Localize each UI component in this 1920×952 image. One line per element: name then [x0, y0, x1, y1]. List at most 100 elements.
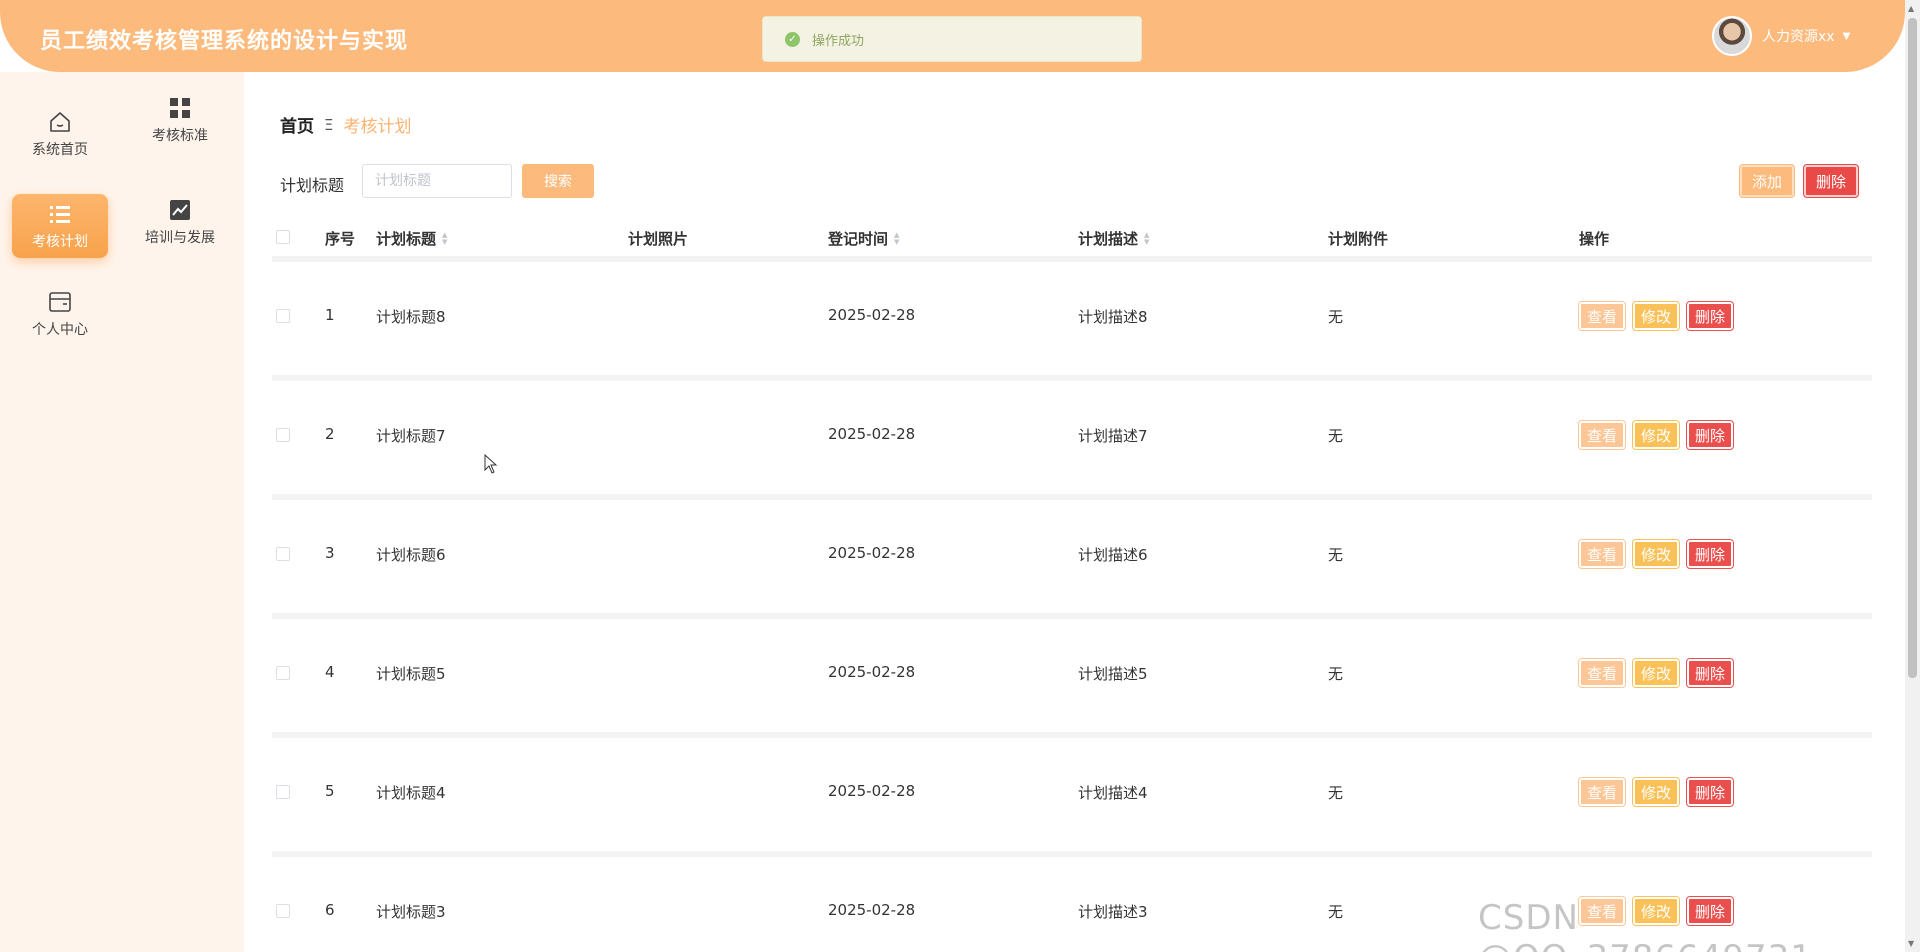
row-index: 5 — [325, 782, 335, 800]
breadcrumb-home[interactable]: 首页 — [280, 112, 314, 137]
sidebar-item-plan[interactable]: 考核计划 — [12, 194, 108, 258]
delete-button[interactable]: 删除 — [1687, 421, 1733, 449]
view-button[interactable]: 查看 — [1579, 659, 1625, 687]
row-desc: 计划描述3 — [1078, 903, 1148, 921]
col-title-label: 计划标题 — [376, 230, 437, 248]
row-attachment: 无 — [1328, 308, 1344, 326]
view-button[interactable]: 查看 — [1579, 540, 1625, 568]
wallet-icon — [47, 289, 73, 315]
row-title: 计划标题4 — [376, 784, 446, 802]
breadcrumb-current: 考核计划 — [343, 117, 412, 137]
edit-button[interactable]: 修改 — [1633, 778, 1679, 806]
sidebar-item-label: 考核计划 — [32, 234, 88, 250]
row-desc: 计划描述5 — [1078, 665, 1148, 683]
col-desc-label: 计划描述 — [1078, 230, 1139, 248]
view-button[interactable]: 查看 — [1579, 778, 1625, 806]
edit-button[interactable]: 修改 — [1633, 421, 1679, 449]
col-time[interactable]: 登记时间 ▲ ▼ — [828, 228, 899, 249]
row-title: 计划标题3 — [376, 903, 446, 921]
sidebar-item-home[interactable]: 系统首页 — [12, 102, 108, 166]
row-index: 2 — [325, 425, 335, 443]
edit-button[interactable]: 修改 — [1633, 540, 1679, 568]
col-time-label: 登记时间 — [828, 230, 889, 248]
view-button[interactable]: 查看 — [1579, 421, 1625, 449]
table-row: 1 计划标题8 2025-02-28 计划描述8 无 查看 修改 删除 — [272, 262, 1872, 381]
row-attachment: 无 — [1328, 784, 1344, 802]
sidebar-item-label: 考核标准 — [152, 128, 208, 144]
delete-button[interactable]: 删除 — [1687, 302, 1733, 330]
row-select-cell[interactable] — [276, 904, 290, 918]
col-desc[interactable]: 计划描述 ▲ ▼ — [1078, 228, 1149, 249]
row-actions: 查看 修改 删除 — [1579, 540, 1733, 568]
search-button[interactable]: 搜索 — [522, 164, 594, 198]
sidebar-item-label: 个人中心 — [32, 322, 88, 338]
row-actions: 查看 修改 删除 — [1579, 659, 1733, 687]
success-toast: ✓ 操作成功 — [762, 16, 1142, 62]
edit-button[interactable]: 修改 — [1633, 659, 1679, 687]
scroll-up-icon[interactable]: ▲ — [1908, 4, 1914, 13]
row-checkbox[interactable] — [276, 785, 290, 799]
search-label: 计划标题 — [280, 176, 345, 195]
scroll-thumb[interactable] — [1908, 18, 1917, 678]
table-header: 序号 计划标题 ▲ ▼ 计划照片 登记时间 ▲ ▼ 计划描述 ▲ ▼ 计划附件 操作 — [272, 216, 1872, 262]
avatar[interactable] — [1712, 16, 1752, 56]
row-checkbox[interactable] — [276, 904, 290, 918]
delete-button[interactable]: 删除 — [1687, 540, 1733, 568]
trend-chart-icon — [167, 197, 193, 223]
view-button[interactable]: 查看 — [1579, 302, 1625, 330]
row-time: 2025-02-28 — [828, 544, 916, 562]
home-icon — [47, 109, 73, 135]
sort-icon[interactable]: ▲ ▼ — [442, 231, 447, 246]
row-attachment: 无 — [1328, 665, 1344, 683]
delete-button[interactable]: 删除 — [1687, 778, 1733, 806]
page-scrollbar[interactable]: ▲ ▼ — [1905, 0, 1920, 952]
row-desc: 计划描述4 — [1078, 784, 1148, 802]
table-body: 1 计划标题8 2025-02-28 计划描述8 无 查看 修改 删除 2 计划… — [272, 262, 1872, 952]
col-title[interactable]: 计划标题 ▲ ▼ — [376, 228, 447, 249]
delete-button[interactable]: 删除 — [1687, 659, 1733, 687]
row-select-cell[interactable] — [276, 666, 290, 680]
row-select-cell[interactable] — [276, 785, 290, 799]
check-circle-icon: ✓ — [785, 31, 800, 47]
row-index: 1 — [325, 306, 335, 324]
row-time: 2025-02-28 — [828, 901, 916, 919]
row-select-cell[interactable] — [276, 428, 290, 442]
edit-button[interactable]: 修改 — [1633, 302, 1679, 330]
app-title: 员工绩效考核管理系统的设计与实现 — [40, 29, 409, 54]
row-select-cell[interactable] — [276, 309, 290, 323]
row-checkbox[interactable] — [276, 309, 290, 323]
col-ops: 操作 — [1579, 228, 1609, 249]
row-index: 4 — [325, 663, 335, 681]
row-checkbox[interactable] — [276, 428, 290, 442]
table-row: 5 计划标题4 2025-02-28 计划描述4 无 查看 修改 删除 — [272, 738, 1872, 857]
bulk-delete-button[interactable]: 删除 — [1804, 165, 1858, 197]
sidebar-item-profile[interactable]: 个人中心 — [12, 282, 108, 346]
col-attachment-label: 计划附件 — [1328, 230, 1389, 248]
user-name[interactable]: 人力资源xx — [1762, 26, 1835, 46]
select-all-checkbox[interactable] — [276, 230, 290, 244]
col-attachment: 计划附件 — [1328, 228, 1388, 249]
add-button[interactable]: 添加 — [1740, 165, 1794, 197]
row-checkbox[interactable] — [276, 547, 290, 561]
col-index: 序号 — [325, 228, 355, 249]
sort-icon[interactable]: ▲ ▼ — [894, 231, 899, 246]
row-time: 2025-02-28 — [828, 425, 916, 443]
table-row: 4 计划标题5 2025-02-28 计划描述5 无 查看 修改 删除 — [272, 619, 1872, 738]
sidebar-item-standard[interactable]: 考核标准 — [132, 88, 228, 152]
search-input[interactable] — [362, 164, 512, 198]
top-header: 员工绩效考核管理系统的设计与实现 ✓ 操作成功 人力资源xx ▼ — [0, 0, 1905, 72]
row-checkbox[interactable] — [276, 666, 290, 680]
row-actions: 查看 修改 删除 — [1579, 421, 1733, 449]
row-title: 计划标题7 — [376, 427, 446, 445]
row-actions: 查看 修改 删除 — [1579, 302, 1733, 330]
breadcrumb-separator: Ξ — [324, 115, 334, 134]
user-menu[interactable]: 人力资源xx ▼ — [1712, 16, 1850, 56]
sidebar-item-training[interactable]: 培训与发展 — [132, 190, 228, 254]
row-select-cell[interactable] — [276, 547, 290, 561]
select-all-cell[interactable] — [276, 230, 290, 244]
caret-down-icon[interactable]: ▼ — [1843, 31, 1851, 42]
col-photo: 计划照片 — [628, 228, 688, 249]
row-actions: 查看 修改 删除 — [1579, 778, 1733, 806]
sort-icon[interactable]: ▲ ▼ — [1144, 231, 1149, 246]
row-time: 2025-02-28 — [828, 663, 916, 681]
